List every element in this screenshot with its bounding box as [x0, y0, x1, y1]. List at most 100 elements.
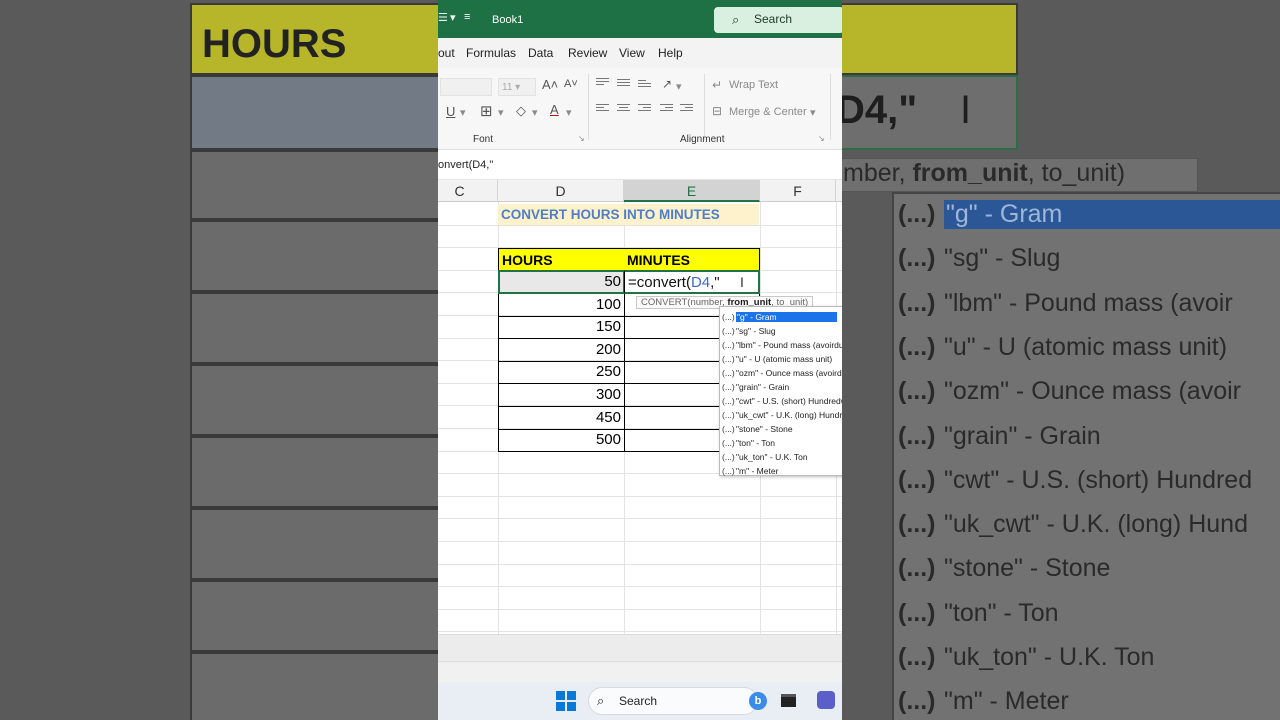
- autocomplete-item[interactable]: (...)"uk_ton" - U.K. Ton: [722, 450, 842, 464]
- autocomplete-item-prefix: (...): [722, 340, 735, 350]
- font-size-box[interactable]: 11 ▾: [498, 78, 536, 96]
- sheet-grid[interactable]: CONVERT HOURS INTO MINUTES HOURS MINUTES…: [438, 202, 842, 634]
- customize-icon[interactable]: ≡: [464, 11, 470, 23]
- autocomplete-item[interactable]: (...)"stone" - Stone: [722, 422, 842, 436]
- autocomplete-item[interactable]: (...)"uk_cwt" - U.K. (long) Hundredweigh…: [722, 408, 842, 422]
- align-middle-icon[interactable]: [617, 79, 630, 89]
- wrap-text-icon[interactable]: ↵: [712, 78, 722, 92]
- autocomplete-item[interactable]: (...)"cwt" - U.S. (short) Hundredweight: [722, 394, 842, 408]
- menu-item-layout[interactable]: out: [438, 46, 455, 60]
- hours-cell[interactable]: 450: [498, 406, 625, 430]
- autocomplete-item[interactable]: (...)"m" - Meter: [722, 464, 842, 478]
- bg-tooltip-bold: from_unit: [912, 159, 1028, 187]
- autocomplete-item[interactable]: (...)"u" - U (atomic mass unit): [722, 352, 842, 366]
- teams-icon[interactable]: [817, 691, 835, 709]
- underline-dropdown-icon[interactable]: ▾: [460, 106, 466, 119]
- menu-item-help[interactable]: Help: [658, 46, 683, 60]
- autosave-icon[interactable]: ☰: [438, 11, 448, 24]
- sheet-title-cell[interactable]: CONVERT HOURS INTO MINUTES: [498, 204, 759, 225]
- font-name-box[interactable]: [440, 78, 492, 96]
- autocomplete-item-label: "ozm" - Ounce mass (avoirdupois): [736, 368, 842, 378]
- menu-item-data[interactable]: Data: [528, 46, 553, 60]
- font-color-dropdown-icon[interactable]: ▾: [566, 106, 572, 119]
- align-right-icon[interactable]: [638, 104, 651, 114]
- alignment-dialog-icon[interactable]: ↘: [818, 134, 825, 143]
- font-color-icon[interactable]: A: [550, 102, 559, 117]
- orientation-dropdown-icon[interactable]: ▾: [676, 80, 682, 93]
- alignment-group-label: Alignment: [680, 134, 725, 145]
- tooltip-fn: CONVERT(number,: [641, 297, 728, 308]
- decrease-font-icon[interactable]: A˅: [564, 78, 578, 90]
- autocomplete-item[interactable]: (...)"ozm" - Ounce mass (avoirdupois): [722, 366, 842, 380]
- autocomplete-item-label: "g" - Gram: [736, 312, 837, 322]
- fill-color-icon[interactable]: ◇: [516, 103, 526, 119]
- column-header-d[interactable]: D: [498, 180, 624, 202]
- windows-start-icon[interactable]: [556, 691, 576, 711]
- hours-cell[interactable]: 100: [498, 293, 625, 317]
- bg-list-item: "m" - Meter: [944, 687, 1069, 716]
- autocomplete-item[interactable]: (...)"sg" - Slug: [722, 324, 842, 338]
- hours-cell[interactable]: 150: [498, 316, 625, 340]
- font-dialog-icon[interactable]: ↘: [578, 134, 585, 143]
- column-header-e[interactable]: E: [624, 180, 760, 202]
- increase-font-icon[interactable]: A˄: [542, 77, 558, 92]
- bg-list-item: "ozm" - Ounce mass (avoir: [944, 377, 1241, 406]
- bg-list-item: "uk_cwt" - U.K. (long) Hund: [944, 510, 1248, 539]
- menu-item-formulas[interactable]: Formulas: [466, 46, 516, 60]
- menu-bar: out Formulas Data Review View Help: [438, 38, 842, 68]
- formula-bar[interactable]: onvert(D4,": [438, 150, 842, 180]
- menu-item-review[interactable]: Review: [568, 46, 607, 60]
- menu-item-view[interactable]: View: [619, 46, 645, 60]
- borders-icon[interactable]: ⊞: [480, 102, 493, 120]
- column-header-f[interactable]: F: [760, 180, 836, 202]
- autocomplete-list[interactable]: (...) "g" - Gram (...)"sg" - Slug (...)"lbm…: [719, 306, 842, 476]
- bing-icon[interactable]: b: [749, 692, 767, 710]
- fill-dropdown-icon[interactable]: ▾: [532, 106, 538, 119]
- bg-list-prefix: (...): [898, 465, 936, 494]
- header-minutes-cell[interactable]: MINUTES: [624, 248, 760, 271]
- hours-cell[interactable]: 250: [498, 361, 625, 385]
- increase-indent-icon[interactable]: [680, 104, 693, 114]
- autocomplete-item[interactable]: (...)"lbm" - Pound mass (avoirdupois): [722, 338, 842, 352]
- bg-list-prefix: (...): [898, 200, 936, 228]
- borders-dropdown-icon[interactable]: ▾: [498, 106, 504, 119]
- bg-tooltip-post: , to_unit): [1027, 159, 1126, 187]
- align-left-icon[interactable]: [596, 104, 609, 114]
- hours-cell[interactable]: 50: [498, 271, 625, 294]
- qa-dropdown-icon[interactable]: ▾: [450, 11, 456, 24]
- hours-cell[interactable]: 200: [498, 338, 625, 362]
- hours-cell[interactable]: 300: [498, 384, 625, 407]
- align-center-icon[interactable]: [617, 104, 630, 114]
- bg-list-prefix: (...): [898, 510, 936, 539]
- bg-list-item: "uk_ton" - U.K. Ton: [944, 643, 1155, 671]
- wrap-text-button[interactable]: Wrap Text: [729, 79, 778, 91]
- autocomplete-item-prefix: (...): [722, 396, 735, 406]
- font-group-label: Font: [473, 134, 494, 145]
- search-box[interactable]: ⌕ Search: [714, 7, 842, 33]
- header-hours-cell[interactable]: HOURS: [498, 248, 625, 271]
- orientation-icon[interactable]: ↗: [662, 77, 672, 91]
- merge-dropdown-icon[interactable]: ▾: [810, 106, 816, 119]
- hours-cell[interactable]: 500: [498, 429, 625, 453]
- align-top-icon[interactable]: [596, 78, 609, 88]
- taskbar-search[interactable]: ⌕ Search: [588, 687, 758, 715]
- taskbar-app-icon[interactable]: [781, 694, 796, 707]
- autocomplete-item[interactable]: (...)"ton" - Ton: [722, 436, 842, 450]
- align-bottom-icon[interactable]: [638, 80, 651, 90]
- autocomplete-item[interactable]: (...) "g" - Gram: [722, 310, 842, 324]
- ibeam-cursor-icon: I: [740, 274, 744, 290]
- decrease-indent-icon[interactable]: [660, 104, 673, 114]
- sheet-tabs-strip: [438, 635, 842, 662]
- bg-cell: [190, 364, 438, 436]
- autocomplete-item-label: "grain" - Grain: [736, 382, 790, 392]
- bg-formula-text: D4,": [842, 88, 918, 132]
- autocomplete-item-label: "ton" - Ton: [736, 438, 775, 448]
- column-header-c[interactable]: C: [438, 180, 498, 202]
- underline-icon[interactable]: U: [446, 104, 455, 119]
- bg-cell: [190, 436, 438, 508]
- merge-center-icon[interactable]: ⊟: [712, 104, 722, 118]
- formula-bar-content[interactable]: onvert(D4,": [438, 159, 493, 171]
- merge-center-button[interactable]: Merge & Center: [729, 106, 807, 118]
- autocomplete-item[interactable]: (...)"grain" - Grain: [722, 380, 842, 394]
- autocomplete-item-prefix: (...): [722, 424, 735, 434]
